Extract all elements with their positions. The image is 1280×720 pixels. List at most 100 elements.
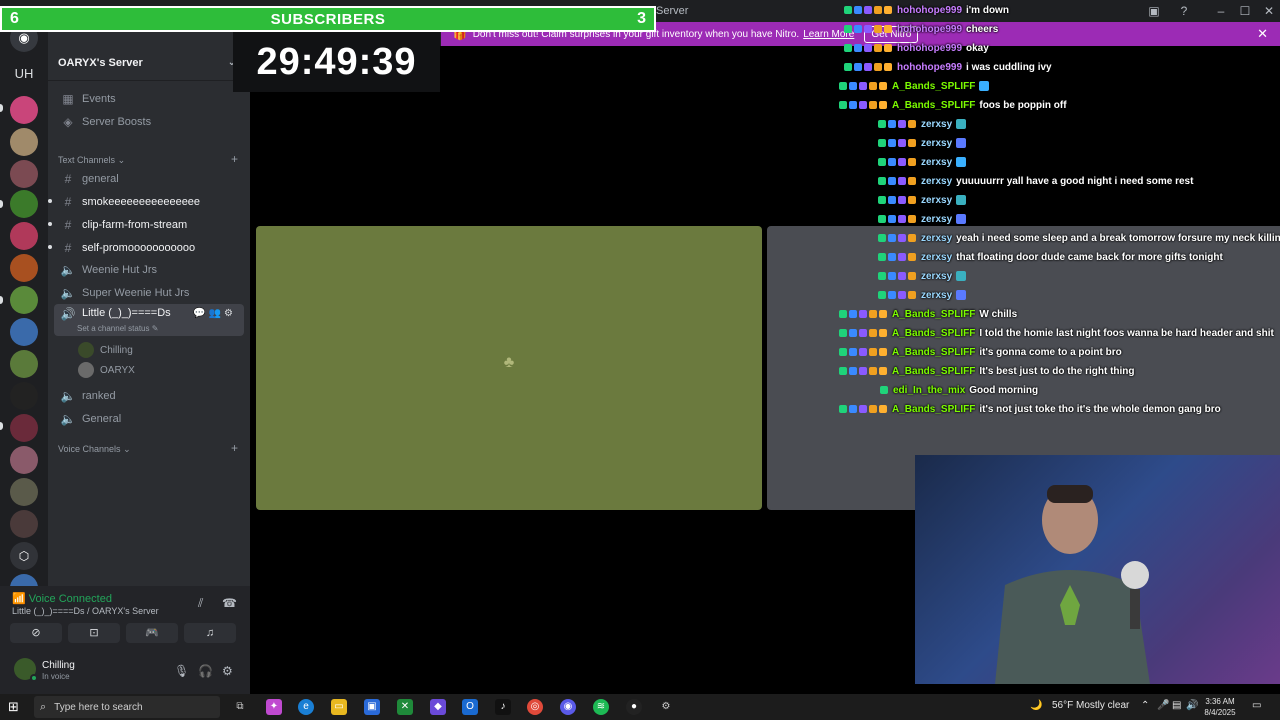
- unread-pip: [0, 104, 3, 112]
- unread-pip: [0, 200, 3, 208]
- chevron-up-icon[interactable]: ⌃: [1141, 700, 1149, 711]
- soundboard-button[interactable]: ♫: [184, 623, 236, 643]
- events-item[interactable]: ▦ Events: [54, 88, 244, 109]
- channel-general[interactable]: # general: [54, 168, 244, 189]
- mic-tray-icon[interactable]: 🎤: [1157, 700, 1169, 711]
- app-icon[interactable]: ◆: [430, 699, 446, 715]
- server-icon[interactable]: [10, 222, 38, 250]
- server-icon[interactable]: [10, 254, 38, 282]
- search-placeholder: Type here to search: [54, 701, 143, 713]
- channel-self-promo[interactable]: # self-promooooooooooo: [48, 237, 244, 258]
- speaker-icon: 🔊: [60, 307, 76, 321]
- task-view-icon[interactable]: ⧉: [232, 699, 248, 715]
- settings-icon[interactable]: ⚙: [658, 699, 674, 715]
- spotify-icon[interactable]: ≋: [593, 699, 609, 715]
- category-voice-channels[interactable]: Voice Channels ⌄: [58, 444, 131, 455]
- add-channel-icon[interactable]: +: [231, 152, 238, 166]
- speaker-icon: 🔈: [60, 411, 76, 426]
- sub-count-left: 6: [10, 10, 19, 27]
- voice-channel-ranked[interactable]: 🔈 ranked: [54, 385, 244, 406]
- channel-status-hint[interactable]: Set a channel status ✎: [77, 324, 158, 333]
- add-channel-icon[interactable]: +: [231, 441, 238, 455]
- participant-avatar-icon: ♣: [503, 354, 515, 371]
- inbox-icon[interactable]: ▣: [1146, 3, 1162, 19]
- chevron-down-icon: ⌄: [117, 155, 126, 165]
- server-icon[interactable]: [10, 96, 38, 124]
- hash-icon: #: [64, 194, 72, 209]
- obs-icon[interactable]: ●: [626, 699, 642, 715]
- online-status-icon: [30, 674, 38, 682]
- server-icon[interactable]: [10, 382, 38, 410]
- copilot-icon[interactable]: ✦: [266, 699, 282, 715]
- weather-text[interactable]: 56°F Mostly clear: [1052, 700, 1129, 711]
- microphone-icon[interactable]: 🎙: [174, 664, 189, 678]
- voice-channel-weenie[interactable]: 🔈 Weenie Hut Jrs: [54, 259, 244, 280]
- server-icon[interactable]: [10, 190, 38, 218]
- server-icon[interactable]: [10, 160, 38, 188]
- taskbar-search[interactable]: ⌕ Type here to search: [34, 696, 220, 718]
- channel-action-icons[interactable]: 💬👥⚙: [193, 308, 236, 319]
- participant-tile[interactable]: ♣: [256, 226, 762, 510]
- volume-icon[interactable]: 🔊: [1186, 700, 1198, 711]
- close-banner-icon[interactable]: ✕: [1257, 26, 1268, 42]
- store-icon[interactable]: ▣: [364, 699, 380, 715]
- server-icon[interactable]: [10, 510, 38, 538]
- get-nitro-button[interactable]: Get Nitro: [864, 25, 919, 43]
- weather-icon[interactable]: 🌙: [1030, 700, 1042, 711]
- server-icon[interactable]: [10, 414, 38, 442]
- server-icon[interactable]: [10, 318, 38, 346]
- tiktok-icon[interactable]: ♪: [495, 699, 511, 715]
- discord-taskbar-icon[interactable]: ◉: [560, 699, 576, 715]
- settings-gear-icon[interactable]: ⚙: [222, 664, 233, 678]
- taskbar-clock[interactable]: 3:36 AM 8/4/2025: [1200, 696, 1240, 718]
- user-bar: Chilling In voice 🎙 🎧 ⚙: [0, 650, 250, 694]
- server-icon[interactable]: [10, 286, 38, 314]
- discover-icon[interactable]: ⬡: [10, 542, 38, 570]
- outlook-icon[interactable]: O: [462, 699, 478, 715]
- voice-channel-general[interactable]: 🔈 General: [54, 408, 244, 429]
- server-icon[interactable]: [10, 350, 38, 378]
- voice-member[interactable]: OARYX: [78, 362, 135, 378]
- windows-start-icon[interactable]: ⊞: [8, 699, 24, 715]
- file-explorer-icon[interactable]: ▭: [331, 699, 347, 715]
- noise-suppression-icon[interactable]: ⫽: [198, 596, 203, 611]
- sub-goal-label: SUBSCRIBERS: [270, 10, 386, 28]
- minimize-button[interactable]: –: [1213, 3, 1229, 19]
- voice-channel-super-weenie[interactable]: 🔈 Super Weenie Hut Jrs: [54, 282, 244, 303]
- avatar: [78, 362, 94, 378]
- maximize-button[interactable]: ☐: [1237, 3, 1253, 19]
- learn-more-link[interactable]: Learn More: [803, 29, 854, 40]
- user-name[interactable]: Chilling: [42, 660, 75, 671]
- channel-smoke[interactable]: # smokeeeeeeeeeeeeeee: [48, 191, 244, 212]
- boosts-label: Server Boosts: [82, 115, 152, 128]
- activities-button[interactable]: 🎮: [126, 623, 178, 643]
- xbox-icon[interactable]: ✕: [397, 699, 413, 715]
- help-icon[interactable]: ?: [1176, 3, 1192, 19]
- chrome-icon[interactable]: ◎: [527, 699, 543, 715]
- edge-icon[interactable]: e: [298, 699, 314, 715]
- speaker-icon: 🔈: [60, 285, 76, 300]
- hash-icon: #: [64, 240, 72, 255]
- voice-member[interactable]: Chilling: [78, 342, 133, 358]
- user-status: In voice: [42, 672, 70, 681]
- disconnect-icon[interactable]: ☎: [222, 596, 237, 610]
- server-icon[interactable]: [10, 446, 38, 474]
- server-icon[interactable]: [10, 478, 38, 506]
- server-icon[interactable]: [10, 128, 38, 156]
- channel-clip-farm[interactable]: # clip-farm-from-stream: [48, 214, 244, 235]
- server-header[interactable]: OARYX's Server ⌄: [48, 52, 250, 74]
- voice-connected-subtitle[interactable]: Little (_)_)====Ds / OARYX's Server: [12, 606, 159, 616]
- notifications-icon[interactable]: ▭: [1252, 700, 1261, 711]
- category-text-channels[interactable]: Text Channels ⌄: [58, 155, 125, 166]
- network-icon[interactable]: ▤: [1172, 700, 1181, 711]
- voice-panel: 📶 Voice Connected Little (_)_)====Ds / O…: [0, 586, 250, 694]
- search-icon: ⌕: [40, 700, 47, 713]
- unread-pip: [0, 296, 3, 304]
- close-window-button[interactable]: ✕: [1261, 3, 1277, 19]
- share-screen-button[interactable]: ⊡: [68, 623, 120, 643]
- camera-button[interactable]: ⊘: [10, 623, 62, 643]
- headphones-icon[interactable]: 🎧: [198, 664, 213, 678]
- speaker-icon: 🔈: [60, 388, 76, 403]
- server-icon-uh[interactable]: UH: [8, 62, 40, 86]
- server-boosts-item[interactable]: ◈ Server Boosts: [54, 111, 244, 132]
